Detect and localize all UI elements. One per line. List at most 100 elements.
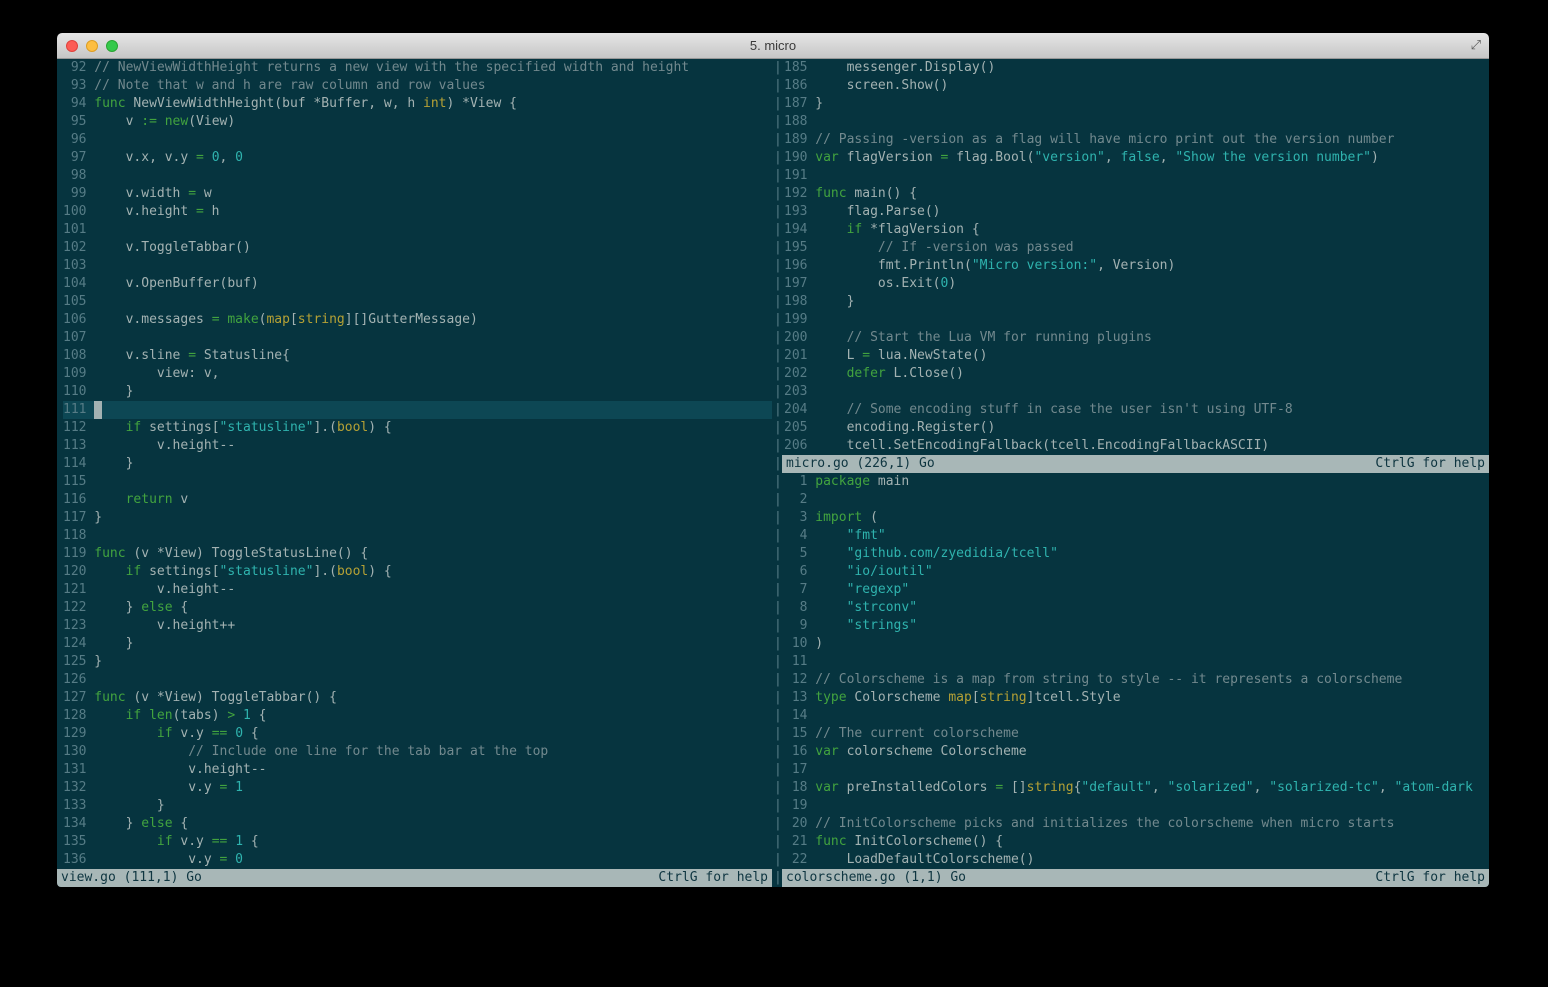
code-line[interactable]: 104 v.OpenBuffer(buf) bbox=[63, 275, 772, 293]
code-line[interactable]: 135 if v.y == 1 { bbox=[63, 833, 772, 851]
code-line[interactable]: 117} bbox=[63, 509, 772, 527]
code-line[interactable]: 3 import ( bbox=[784, 509, 1489, 527]
code-line[interactable]: 185 messenger.Display() bbox=[784, 59, 1489, 77]
code-line[interactable]: 21 func InitColorscheme() { bbox=[784, 833, 1489, 851]
code-line[interactable]: 14 bbox=[784, 707, 1489, 725]
code-line[interactable]: 116 return v bbox=[63, 491, 772, 509]
code-text: // Start the Lua VM for running plugins bbox=[815, 330, 1152, 345]
code-line[interactable]: 98 bbox=[63, 167, 772, 185]
code-line[interactable]: 1 package main bbox=[784, 473, 1489, 491]
code-line[interactable]: 127 func (v *View) ToggleTabbar() { bbox=[63, 689, 772, 707]
close-button[interactable] bbox=[66, 39, 78, 52]
code-line[interactable]: 196 fmt.Println("Micro version:", Versio… bbox=[784, 257, 1489, 275]
code-line[interactable]: 131 v.height-- bbox=[63, 761, 772, 779]
code-line[interactable]: 19 bbox=[784, 797, 1489, 815]
code-line[interactable]: 120 if settings["statusline"].(bool) { bbox=[63, 563, 772, 581]
code-line[interactable]: 6 "io/ioutil" bbox=[784, 563, 1489, 581]
code-line[interactable]: 107 bbox=[63, 329, 772, 347]
code-line[interactable]: 198 } bbox=[784, 293, 1489, 311]
code-line[interactable]: 20 // InitColorscheme picks and initializ… bbox=[784, 815, 1489, 833]
code-line[interactable]: 187} bbox=[784, 95, 1489, 113]
code-line[interactable]: 195 // If -version was passed bbox=[784, 239, 1489, 257]
code-line[interactable]: 109 view: v, bbox=[63, 365, 772, 383]
code-line[interactable]: 191 bbox=[784, 167, 1489, 185]
code-line[interactable]: 190 var flagVersion = flag.Bool("version"… bbox=[784, 149, 1489, 167]
zoom-button[interactable] bbox=[106, 39, 118, 52]
code-line[interactable]: 200 // Start the Lua VM for running plug… bbox=[784, 329, 1489, 347]
code-line[interactable]: 22 LoadDefaultColorscheme() bbox=[784, 851, 1489, 869]
code-line[interactable]: 95 v := new(View) bbox=[63, 113, 772, 131]
code-line[interactable]: 96 bbox=[63, 131, 772, 149]
code-line[interactable]: 108 v.sline = Statusline{ bbox=[63, 347, 772, 365]
code-line[interactable]: 15 // The current colorscheme bbox=[784, 725, 1489, 743]
code-line[interactable]: 114 } bbox=[63, 455, 772, 473]
code-line[interactable]: 93 // Note that w and h are raw column an… bbox=[63, 77, 772, 95]
code-line[interactable]: 130 // Include one line for the tab bar … bbox=[63, 743, 772, 761]
code-line[interactable]: 2 bbox=[784, 491, 1489, 509]
code-line[interactable]: 17 bbox=[784, 761, 1489, 779]
code-line[interactable]: 5 "github.com/zyedidia/tcell" bbox=[784, 545, 1489, 563]
code-line[interactable]: 192 func main() { bbox=[784, 185, 1489, 203]
code-line[interactable]: 193 flag.Parse() bbox=[784, 203, 1489, 221]
code-line[interactable]: 186 screen.Show() bbox=[784, 77, 1489, 95]
editor-pane-colorscheme-go[interactable]: 1 package main 2 3 import (4 "fmt" 5 "github.… bbox=[782, 473, 1489, 869]
code-line[interactable]: 203 bbox=[784, 383, 1489, 401]
code-line[interactable]: 11 bbox=[784, 653, 1489, 671]
code-line[interactable]: 124 } bbox=[63, 635, 772, 653]
code-line[interactable]: 206 tcell.SetEncodingFallback(tcell.Enco… bbox=[784, 437, 1489, 455]
code-line[interactable]: 102 v.ToggleTabbar() bbox=[63, 239, 772, 257]
code-line[interactable]: 204 // Some encoding stuff in case the u… bbox=[784, 401, 1489, 419]
window-titlebar[interactable]: 5. micro ⤢ bbox=[57, 33, 1489, 59]
code-line[interactable]: 97 v.x, v.y = 0, 0 bbox=[63, 149, 772, 167]
code-line[interactable]: 201 L = lua.NewState() bbox=[784, 347, 1489, 365]
code-line[interactable]: 94 func NewViewWidthHeight(buf *Buffer, w… bbox=[63, 95, 772, 113]
code-line[interactable]: 128 if len(tabs) > 1 { bbox=[63, 707, 772, 725]
code-line[interactable]: 133 } bbox=[63, 797, 772, 815]
code-line[interactable]: 92 // NewViewWidthHeight returns a new vi… bbox=[63, 59, 772, 77]
code-line[interactable]: 134 } else { bbox=[63, 815, 772, 833]
code-line[interactable]: 101 bbox=[63, 221, 772, 239]
code-text: v.width = w bbox=[94, 186, 212, 201]
code-line[interactable]: 199 bbox=[784, 311, 1489, 329]
code-line[interactable]: 110 } bbox=[63, 383, 772, 401]
divider-glyph: | bbox=[774, 690, 782, 705]
code-line[interactable]: 119 func (v *View) ToggleStatusLine() { bbox=[63, 545, 772, 563]
code-line[interactable]: 112 if settings["statusline"].(bool) { bbox=[63, 419, 772, 437]
code-line[interactable]: 103 bbox=[63, 257, 772, 275]
resize-icon[interactable]: ⤢ bbox=[1471, 37, 1481, 53]
code-line[interactable]: 122 } else { bbox=[63, 599, 772, 617]
code-line[interactable]: 100 v.height = h bbox=[63, 203, 772, 221]
code-line[interactable]: 105 bbox=[63, 293, 772, 311]
minimize-button[interactable] bbox=[86, 39, 98, 52]
code-line[interactable]: 4 "fmt" bbox=[784, 527, 1489, 545]
editor-pane-view-go[interactable]: 92 // NewViewWidthHeight returns a new vi… bbox=[57, 59, 772, 869]
code-line[interactable]: 194 if *flagVersion { bbox=[784, 221, 1489, 239]
code-line[interactable]: 10) bbox=[784, 635, 1489, 653]
code-line[interactable]: 9 "strings" bbox=[784, 617, 1489, 635]
code-line[interactable]: 188 bbox=[784, 113, 1489, 131]
code-line[interactable]: 125} bbox=[63, 653, 772, 671]
code-line[interactable]: 111 bbox=[63, 401, 772, 419]
code-line[interactable]: 99 v.width = w bbox=[63, 185, 772, 203]
code-line[interactable]: 136 v.y = 0 bbox=[63, 851, 772, 869]
code-line[interactable]: 129 if v.y == 0 { bbox=[63, 725, 772, 743]
code-line[interactable]: 106 v.messages = make(map[string][]Gutte… bbox=[63, 311, 772, 329]
code-line[interactable]: 123 v.height++ bbox=[63, 617, 772, 635]
code-line[interactable]: 8 "strconv" bbox=[784, 599, 1489, 617]
code-line[interactable]: 18 var preInstalledColors = []string{"def… bbox=[784, 779, 1489, 797]
code-line[interactable]: 121 v.height-- bbox=[63, 581, 772, 599]
code-line[interactable]: 205 encoding.Register() bbox=[784, 419, 1489, 437]
code-line[interactable]: 113 v.height-- bbox=[63, 437, 772, 455]
editor-pane-micro-go[interactable]: 185 messenger.Display() 186 screen.Show()… bbox=[782, 59, 1489, 455]
code-line[interactable]: 7 "regexp" bbox=[784, 581, 1489, 599]
code-line[interactable]: 115 bbox=[63, 473, 772, 491]
code-line[interactable]: 189 // Passing -version as a flag will ha… bbox=[784, 131, 1489, 149]
code-line[interactable]: 13 type Colorscheme map[string]tcell.Styl… bbox=[784, 689, 1489, 707]
code-line[interactable]: 126 bbox=[63, 671, 772, 689]
code-line[interactable]: 16 var colorscheme Colorscheme bbox=[784, 743, 1489, 761]
code-line[interactable]: 12 // Colorscheme is a map from string to… bbox=[784, 671, 1489, 689]
code-line[interactable]: 197 os.Exit(0) bbox=[784, 275, 1489, 293]
code-line[interactable]: 202 defer L.Close() bbox=[784, 365, 1489, 383]
code-line[interactable]: 118 bbox=[63, 527, 772, 545]
code-line[interactable]: 132 v.y = 1 bbox=[63, 779, 772, 797]
